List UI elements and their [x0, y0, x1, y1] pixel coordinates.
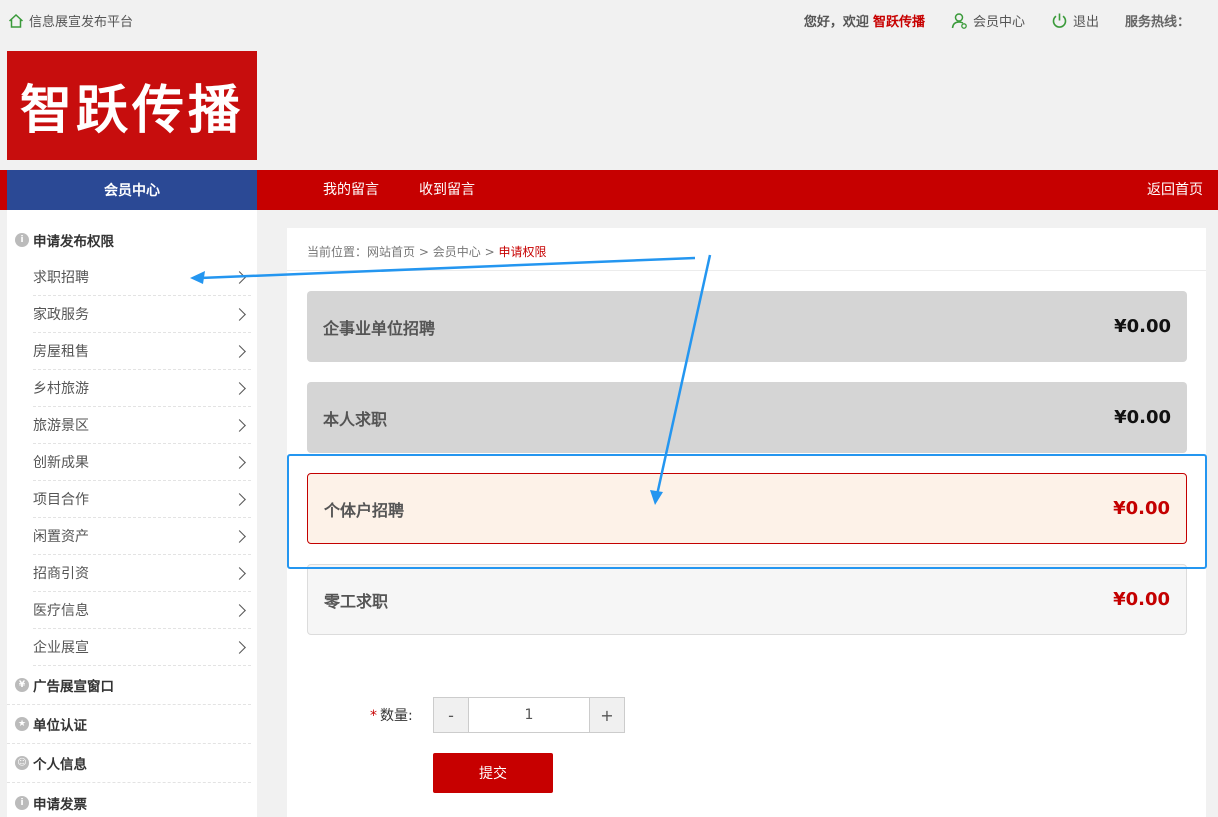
sidebar-item-enterprise[interactable]: 企业展宣	[33, 629, 251, 666]
breadcrumb-current: 申请权限	[498, 245, 547, 259]
sidebar: i 申请发布权限 求职招聘 家政服务 房屋租售 乡村旅游 旅游景区 创新成果 项…	[7, 210, 257, 817]
sidebar-item-jobs[interactable]: 求职招聘	[33, 259, 251, 296]
chevron-right-icon	[233, 455, 246, 469]
sidebar-item-investment[interactable]: 招商引资	[33, 555, 251, 592]
sidebar-item-projects[interactable]: 项目合作	[33, 481, 251, 518]
breadcrumb: 当前位置：网站首页 > 会员中心 > 申请权限	[307, 245, 547, 259]
nav-back-home[interactable]: 返回首页	[1147, 170, 1203, 210]
chevron-right-icon	[233, 418, 246, 432]
chevron-right-icon	[233, 529, 246, 543]
star-icon: ★	[15, 717, 29, 731]
quantity-label: * 数量:	[370, 708, 413, 724]
chevron-right-icon	[233, 307, 246, 321]
option-individual-recruit[interactable]: 个体户招聘 ¥0.00	[307, 473, 1187, 544]
nav-member-center[interactable]: 会员中心	[7, 170, 257, 210]
member-center-link[interactable]: 会员中心	[951, 11, 1025, 30]
sidebar-item-housekeeping[interactable]: 家政服务	[33, 296, 251, 333]
sidebar-item-rural-tourism[interactable]: 乡村旅游	[33, 370, 251, 407]
increment-button[interactable]: +	[589, 698, 624, 732]
yen-icon: ¥	[15, 678, 29, 692]
chevron-right-icon	[233, 492, 246, 506]
sidebar-section-personal-info[interactable]: ☺ 个人信息	[7, 744, 251, 783]
sidebar-item-housing[interactable]: 房屋租售	[33, 333, 251, 370]
person-icon: ☺	[15, 756, 29, 770]
option-personal-job-seeking[interactable]: 本人求职 ¥0.00	[307, 382, 1187, 453]
home-icon	[8, 13, 24, 28]
main-nav: 会员中心 我的留言 收到留言 返回首页	[0, 170, 1218, 210]
username[interactable]: 智跃传播	[873, 15, 925, 30]
option-gig-job-seeking[interactable]: 零工求职 ¥0.00	[307, 564, 1187, 635]
breadcrumb-home[interactable]: 网站首页	[367, 245, 415, 259]
divider	[287, 270, 1206, 271]
nav-received-messages[interactable]: 收到留言	[419, 170, 475, 210]
nav-my-messages[interactable]: 我的留言	[323, 170, 379, 210]
sidebar-section-invoice[interactable]: i 申请发票	[7, 783, 251, 817]
breadcrumb-member[interactable]: 会员中心	[433, 245, 481, 259]
platform-name: 信息展宣发布平台	[29, 15, 134, 30]
sidebar-section-ad-window[interactable]: ¥ 广告展宣窗口	[7, 666, 251, 705]
greeting: 您好，欢迎 智跃传播	[803, 15, 925, 30]
platform-link[interactable]: 信息展宣发布平台	[8, 11, 133, 30]
chevron-right-icon	[233, 603, 246, 617]
sidebar-item-idle-assets[interactable]: 闲置资产	[33, 518, 251, 555]
info-icon: i	[15, 232, 29, 247]
quantity-stepper: - +	[433, 697, 625, 733]
sidebar-section-apply-publish[interactable]: i 申请发布权限	[7, 220, 251, 259]
chevron-right-icon	[233, 381, 246, 395]
chevron-right-icon	[233, 344, 246, 358]
top-bar: 信息展宣发布平台 您好，欢迎 智跃传播 会员中心 退出 服务热线：	[0, 0, 1218, 41]
chevron-right-icon	[233, 566, 246, 580]
info-icon: i	[15, 795, 29, 810]
chevron-right-icon	[233, 270, 246, 284]
hotline-label: 服务热线：	[1124, 15, 1190, 30]
option-enterprise-recruit[interactable]: 企事业单位招聘 ¥0.00	[307, 291, 1187, 362]
submit-button[interactable]: 提交	[433, 753, 553, 793]
main-content: 当前位置：网站首页 > 会员中心 > 申请权限 企事业单位招聘 ¥0.00 本人求…	[287, 228, 1206, 817]
sidebar-section-unit-cert[interactable]: ★ 单位认证	[7, 705, 251, 744]
site-logo[interactable]: 智跃传播	[7, 51, 257, 160]
sidebar-item-innovation[interactable]: 创新成果	[33, 444, 251, 481]
user-icon	[951, 13, 967, 29]
decrement-button[interactable]: -	[434, 698, 469, 732]
logout-link[interactable]: 退出	[1051, 11, 1099, 30]
chevron-right-icon	[233, 640, 246, 654]
sidebar-item-medical[interactable]: 医疗信息	[33, 592, 251, 629]
power-icon	[1052, 13, 1067, 28]
sidebar-item-scenic[interactable]: 旅游景区	[33, 407, 251, 444]
quantity-input[interactable]	[469, 698, 589, 732]
